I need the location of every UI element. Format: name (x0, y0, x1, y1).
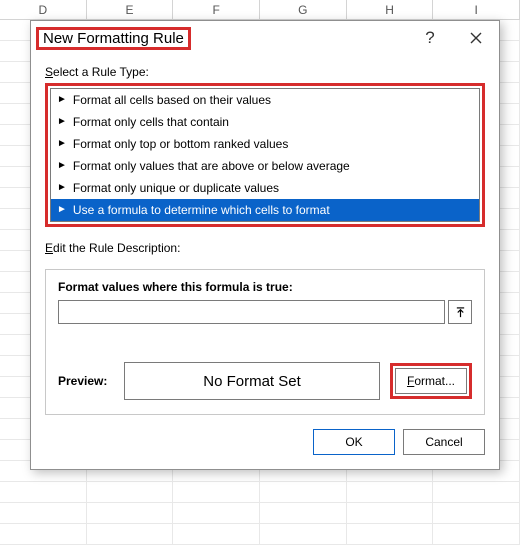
rule-type-list[interactable]: ►Format all cells based on their values►… (50, 88, 480, 222)
cell[interactable] (87, 524, 174, 544)
formula-heading: Format values where this formula is true… (58, 280, 472, 294)
cell[interactable] (433, 503, 520, 523)
cell[interactable] (347, 524, 434, 544)
arrow-icon: ► (57, 139, 67, 149)
cell[interactable] (173, 524, 260, 544)
dialog-title: New Formatting Rule (39, 29, 188, 48)
cell[interactable] (0, 482, 87, 502)
rule-type-label: Format only cells that contain (73, 115, 229, 129)
rule-type-item[interactable]: ► Format only top or bottom ranked values (51, 133, 479, 155)
column-header[interactable]: F (173, 0, 260, 19)
cell[interactable] (433, 482, 520, 502)
ok-button[interactable]: OK (313, 429, 395, 455)
cell[interactable] (87, 482, 174, 502)
column-header[interactable]: E (87, 0, 174, 19)
arrow-icon: ► (57, 161, 67, 171)
cell[interactable] (260, 482, 347, 502)
rule-type-item[interactable]: ► Format all cells based on their values (51, 89, 479, 111)
cell[interactable] (347, 503, 434, 523)
rule-type-item[interactable]: ► Use a formula to determine which cells … (51, 199, 479, 221)
highlight-rule-list: ►Format all cells based on their values►… (45, 83, 485, 227)
highlight-format-button: Format... (390, 363, 472, 399)
column-header-row: DEFGHI (0, 0, 520, 20)
column-header[interactable]: I (433, 0, 520, 19)
column-header[interactable]: H (347, 0, 434, 19)
highlight-title: New Formatting Rule (36, 27, 191, 50)
cell[interactable] (173, 482, 260, 502)
select-rule-type-label: Select a Rule Type: (45, 65, 485, 79)
arrow-icon: ► (57, 117, 67, 127)
cell[interactable] (87, 503, 174, 523)
cell[interactable] (260, 503, 347, 523)
cell[interactable] (433, 524, 520, 544)
format-button[interactable]: Format... (395, 368, 467, 394)
dialog-titlebar: New Formatting Rule ? (31, 21, 499, 55)
rule-type-item[interactable]: ► Format only cells that contain (51, 111, 479, 133)
collapse-dialog-button[interactable] (448, 300, 472, 324)
close-icon (470, 32, 482, 44)
cancel-button[interactable]: Cancel (403, 429, 485, 455)
rule-type-label: Use a formula to determine which cells t… (73, 203, 330, 217)
rule-type-label: Format all cells based on their values (73, 93, 271, 107)
help-button[interactable]: ? (407, 23, 453, 53)
cell[interactable] (0, 503, 87, 523)
column-header[interactable]: G (260, 0, 347, 19)
cell[interactable] (260, 524, 347, 544)
rule-type-item[interactable]: ► Format only values that are above or be… (51, 155, 479, 177)
column-header[interactable]: D (0, 0, 87, 19)
arrow-icon: ► (57, 95, 67, 105)
rule-type-label: Format only top or bottom ranked values (73, 137, 288, 151)
arrow-icon: ► (57, 183, 67, 193)
close-button[interactable] (453, 23, 499, 53)
arrow-icon: ► (57, 205, 67, 215)
new-formatting-rule-dialog: New Formatting Rule ? Select a Rule Type… (30, 20, 500, 470)
cell[interactable] (173, 503, 260, 523)
rule-type-item[interactable]: ► Format only unique or duplicate values (51, 177, 479, 199)
rule-type-label: Format only unique or duplicate values (73, 181, 279, 195)
preview-box: No Format Set (124, 362, 380, 400)
collapse-icon (455, 307, 466, 318)
cell[interactable] (0, 524, 87, 544)
edit-rule-description-label: Edit the Rule Description: (45, 241, 485, 255)
rule-description-box: Format values where this formula is true… (45, 269, 485, 415)
rule-type-label: Format only values that are above or bel… (73, 159, 350, 173)
preview-label: Preview: (58, 374, 114, 388)
formula-input[interactable] (58, 300, 445, 324)
cell[interactable] (347, 482, 434, 502)
